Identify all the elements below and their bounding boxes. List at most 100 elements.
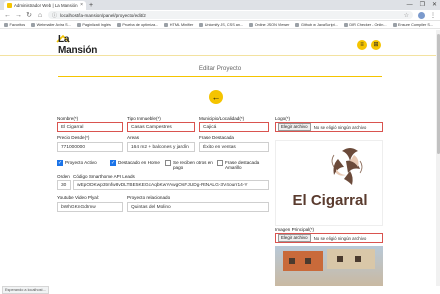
otros-en-pago-checkbox[interactable]: Se reciben otros en pago: [165, 160, 215, 170]
info-icon[interactable]: ⓘ: [52, 12, 57, 19]
forward-arrow-icon[interactable]: →: [15, 12, 22, 19]
bookmark-item[interactable]: Online JSON Viewer: [249, 22, 289, 27]
logo-file-status: No se eligió ningún archivo: [313, 124, 367, 130]
bookmark-item[interactable]: Ensure Compiler S...: [392, 22, 433, 27]
imagen-choose-file-button[interactable]: Elegir archivo: [278, 234, 311, 242]
tipo-inmueble-label: Tipo Inmueble(*): [127, 116, 161, 121]
tipo-inmueble-input[interactable]: Casas Campestres: [127, 122, 195, 132]
proyecto-relacionado-select[interactable]: Quintas del Molino: [127, 202, 269, 212]
back-arrow-icon[interactable]: ←: [4, 12, 11, 19]
bookmark-item[interactable]: DIR Checker - Onlin...: [343, 22, 387, 27]
checkbox-unchecked-icon[interactable]: [217, 160, 223, 166]
site-logo[interactable]: La Mansión: [56, 34, 108, 56]
window-shape: [355, 256, 361, 262]
site-header: La Mansión ≡ ⊞: [0, 30, 440, 56]
bookmark-icon: [295, 22, 300, 27]
title-divider: [58, 76, 382, 77]
checkbox-unchecked-icon[interactable]: [165, 160, 171, 166]
browser-menu-icon[interactable]: ⋮: [430, 12, 436, 19]
bookmark-icon: [343, 22, 348, 27]
checkbox-checked-icon[interactable]: ✓: [57, 160, 63, 166]
nombre-input[interactable]: El Cigarral: [57, 122, 123, 132]
codigo-smarthome-label: Código Smarthome API Leads: [73, 174, 135, 179]
areas-label: Areas: [127, 135, 140, 140]
imagen-principal-label: Imagen Principal(*): [275, 227, 315, 232]
close-icon[interactable]: ✕: [432, 1, 437, 9]
municipio-label: Municipio/Localidad(*): [199, 116, 245, 121]
orden-input[interactable]: 30: [57, 180, 71, 190]
status-text: Esperando a localhost...: [2, 286, 49, 294]
logo-preview-image: El Cigarral: [275, 140, 383, 226]
window-shape: [289, 258, 295, 264]
destacado-home-checkbox[interactable]: ✓ Destacado en Home: [110, 160, 160, 166]
proyecto-activo-checkbox[interactable]: ✓ Proyecto Activo: [57, 160, 97, 166]
bookmark-icon: [249, 22, 254, 27]
imagen-file-status: No se eligió ningún archivo: [313, 235, 367, 241]
areas-input[interactable]: 164 m2 + balcones y jardín: [127, 142, 195, 152]
browser-toolbar: ← → ↻ ⌂ ⓘ localhost/la-mansion/panel/pro…: [0, 10, 440, 21]
bookmarks-bar: Favoritos Webmailer Avira S... Paginliza…: [0, 21, 440, 29]
cigarral-logo-image: El Cigarral: [292, 148, 368, 209]
bookmark-star-icon[interactable]: ☆: [404, 12, 409, 19]
url-text[interactable]: localhost/la-mansion/panel/proyecto/edit…: [60, 13, 401, 18]
frase-amarillo-checkbox[interactable]: Frase destacada Amarillo: [217, 160, 269, 170]
logo-label: Logo(*): [275, 116, 291, 121]
bookmark-icon: [164, 22, 169, 27]
browser-window: Administrador Web | La Mansión × + — ❐ ✕…: [0, 0, 440, 294]
window-controls: — ❐ ✕: [407, 1, 437, 9]
bookmark-icon: [4, 22, 8, 27]
bookmark-item[interactable]: Paginlizati Inglés: [76, 22, 111, 27]
frase-destacada-label: Frase Destacada: [199, 135, 234, 140]
bookmark-item[interactable]: Unicmify JS, CSS an...: [199, 22, 243, 27]
youtube-input[interactable]: bWhGKnGdImw: [57, 202, 123, 212]
arrow-left-icon: ←: [211, 91, 221, 102]
tab-title: Administrador Web | La Mansión: [14, 3, 78, 8]
browser-tab[interactable]: Administrador Web | La Mansión ×: [4, 1, 86, 10]
building-preview-image: [275, 246, 383, 286]
home-icon[interactable]: ⌂: [37, 12, 43, 19]
bookmark-icon: [116, 22, 121, 27]
precio-label: Precio Desde(*): [57, 135, 90, 140]
back-button[interactable]: ←: [209, 90, 223, 104]
address-bar[interactable]: ⓘ localhost/la-mansion/panel/proyecto/ed…: [48, 11, 413, 19]
hamburger-icon: ≡: [360, 42, 364, 48]
codigo-smarthome-input[interactable]: wEpODKwp3tmfw8vDLTBE5KEGcAqbKwYAwgOsFJUD…: [73, 180, 269, 190]
reload-icon[interactable]: ↻: [26, 12, 32, 19]
bookmark-item[interactable]: HTML Minifier: [164, 22, 193, 27]
page-scrollbar[interactable]: [436, 30, 440, 286]
status-bar: Esperando a localhost...: [0, 286, 440, 294]
scrollbar-thumb[interactable]: [436, 34, 440, 154]
logo-choose-file-button[interactable]: Elegir archivo: [278, 123, 311, 131]
new-tab-icon[interactable]: +: [89, 1, 93, 10]
imagen-principal-file-input[interactable]: Elegir archivo No se eligió ningún archi…: [275, 233, 383, 243]
tab-favicon-icon: [7, 3, 12, 8]
grid-icon: ⊞: [373, 42, 379, 48]
apps-grid-button[interactable]: ⊞: [371, 40, 381, 50]
hamburger-menu-button[interactable]: ≡: [357, 40, 367, 50]
proyecto-relacionado-label: Proyecto relacionado: [127, 195, 171, 200]
bookmark-icon: [76, 22, 81, 27]
bookmark-item[interactable]: Github w JavaScript...: [295, 22, 338, 27]
maximize-icon[interactable]: ❐: [420, 1, 425, 9]
minimize-icon[interactable]: —: [407, 1, 413, 9]
municipio-input[interactable]: Cajicá: [199, 122, 269, 132]
checkbox-checked-icon[interactable]: ✓: [110, 160, 116, 166]
cigarral-logo-text: El Cigarral: [292, 192, 367, 209]
bookmark-icon: [199, 22, 204, 27]
nombre-label: Nombre(*): [57, 116, 79, 121]
building-shape: [327, 249, 375, 269]
tab-close-icon[interactable]: ×: [80, 3, 83, 8]
logo-file-input[interactable]: Elegir archivo No se eligió ningún archi…: [275, 122, 383, 132]
bookmark-item[interactable]: Prueba de optimiza...: [116, 22, 158, 27]
tab-bar: Administrador Web | La Mansión × + — ❐ ✕: [0, 0, 440, 10]
profile-avatar[interactable]: [418, 11, 425, 19]
bookmark-icon: [392, 22, 397, 27]
bookmark-item[interactable]: Webmailer Avira S...: [31, 22, 71, 27]
window-shape: [305, 258, 311, 264]
page-title: Editar Proyecto: [198, 65, 242, 72]
youtube-label: Youtube Video Plyal:: [57, 195, 100, 200]
bookmark-item[interactable]: Favoritos: [4, 22, 25, 27]
precio-input[interactable]: 771000000: [57, 142, 123, 152]
bookmark-icon: [31, 22, 36, 27]
frase-destacada-input[interactable]: Éxito en ventas: [199, 142, 269, 152]
